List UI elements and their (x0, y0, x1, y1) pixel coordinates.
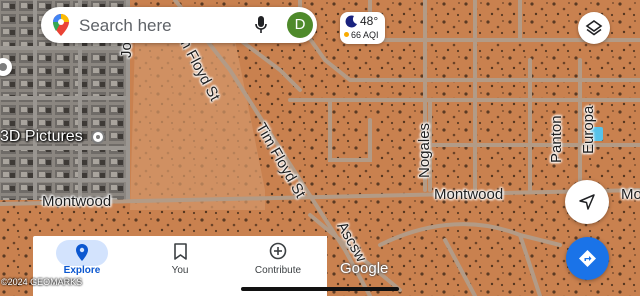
search-input[interactable]: Search here (79, 16, 172, 36)
nav-tab-explore-label: Explore (63, 265, 101, 276)
nav-tab-you-label: You (171, 265, 189, 276)
weather-temperature: 48° (360, 14, 379, 28)
google-logo: Google (340, 260, 389, 277)
map-attribution: ©2024 GEOMARKS (1, 277, 83, 287)
location-pin-icon (76, 244, 88, 266)
add-circle-icon (269, 242, 287, 265)
street-label-nogales: Nogales (416, 122, 433, 178)
directions-button[interactable] (566, 237, 609, 280)
aqi-status-dot (344, 32, 349, 37)
search-bar[interactable]: Search here D (41, 7, 317, 43)
weather-chip[interactable]: 48° 66 AQI (340, 12, 385, 44)
navigation-arrow-icon (579, 194, 595, 215)
weather-aqi-value: 66 AQI (351, 30, 379, 40)
place-label-3d-pictures[interactable]: 3D Pictures (0, 128, 83, 146)
street-label-montwood-left: Montwood (42, 193, 112, 210)
my-location-button[interactable] (565, 180, 609, 224)
microphone-icon[interactable] (255, 16, 267, 39)
street-label-montwood-right: Montwood (434, 186, 504, 203)
home-indicator-bar[interactable] (241, 287, 399, 291)
nav-tab-explore[interactable]: Explore (33, 236, 131, 296)
street-label-montwood-edge: Mo (621, 186, 640, 203)
nav-tab-contribute-label: Contribute (254, 265, 302, 276)
google-maps-logo-icon (53, 14, 69, 41)
street-label-europa: Europa (580, 105, 597, 154)
place-pin-icon[interactable] (91, 130, 105, 144)
layers-button[interactable] (578, 12, 610, 44)
account-avatar[interactable]: D (287, 12, 313, 38)
weather-aqi: 66 AQI (344, 30, 379, 40)
street-label-panton: Panton (548, 115, 565, 163)
bookmark-icon (174, 243, 187, 265)
layers-icon (585, 19, 603, 42)
nav-tab-you[interactable]: You (131, 236, 229, 296)
directions-icon (578, 249, 597, 273)
